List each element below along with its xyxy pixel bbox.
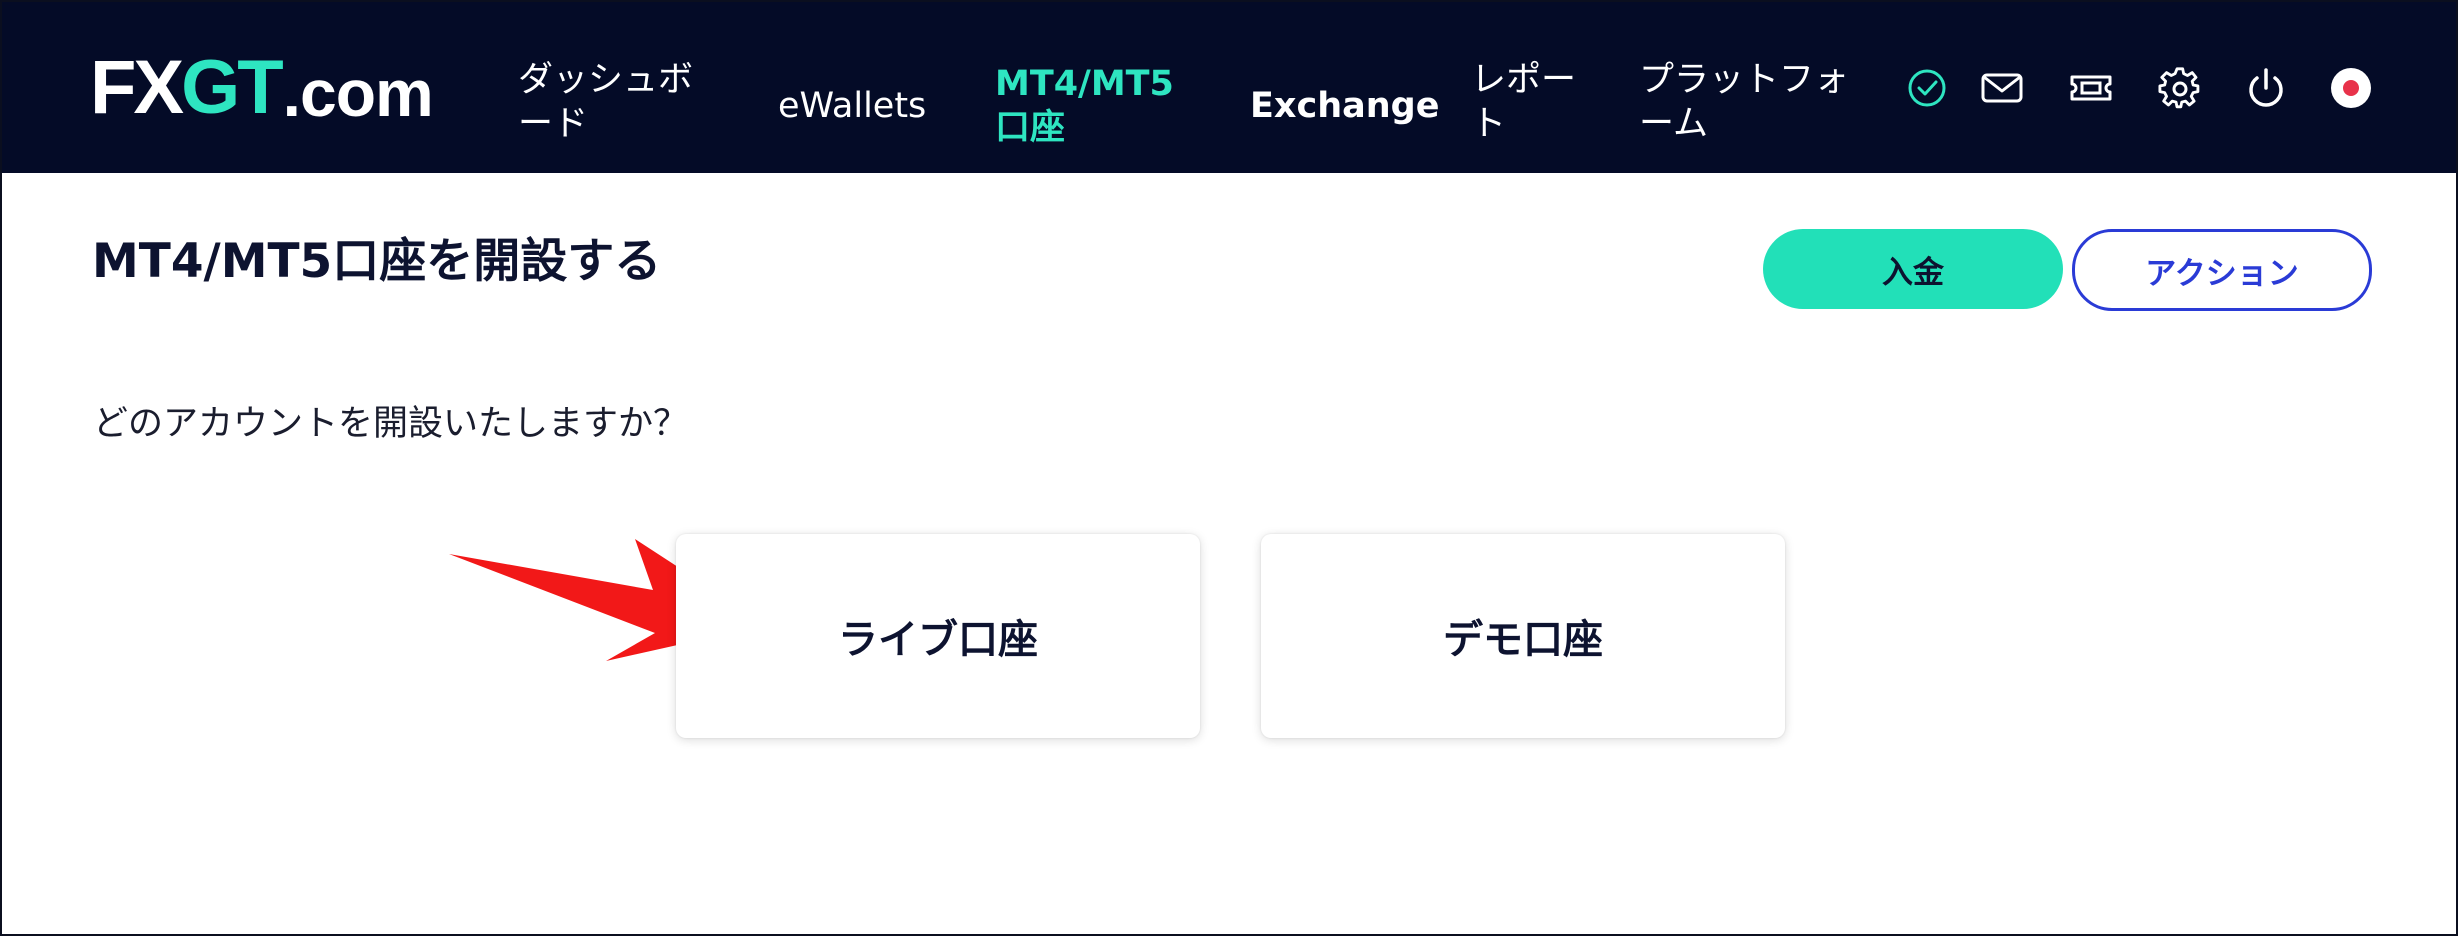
nav-mt-accounts[interactable]: MT4/MT5 口座 xyxy=(995,62,1174,150)
app-window: FX GT .com ダッシュボ ード eWallets MT4/MT5 口座 Ex… xyxy=(0,0,2458,936)
power-icon[interactable] xyxy=(2244,66,2288,110)
mail-icon[interactable] xyxy=(1980,66,2024,110)
mail-svg xyxy=(1981,73,2023,103)
logo-gt: GT xyxy=(181,45,284,130)
nav-report-line1: レポー xyxy=(1471,60,1577,100)
nav-ewallets[interactable]: eWallets xyxy=(778,84,926,128)
ticket-icon[interactable] xyxy=(2069,66,2113,110)
fxgt-logo[interactable]: FX GT .com xyxy=(90,45,434,130)
power-svg xyxy=(2249,68,2283,107)
nav-platform-line1: プラットフォ xyxy=(1639,60,1850,100)
live-account-card[interactable]: ライブ口座 xyxy=(676,534,1200,738)
top-navigation-bar: FX GT .com ダッシュボ ード eWallets MT4/MT5 口座 Ex… xyxy=(2,2,2456,173)
japan-flag-icon[interactable] xyxy=(2329,66,2373,110)
account-type-question: どのアカウントを開設いたしますか？ xyxy=(93,404,689,444)
nav-exchange[interactable]: Exchange xyxy=(1250,84,1439,128)
gear-icon[interactable] xyxy=(2158,66,2202,110)
demo-account-card[interactable]: デモ口座 xyxy=(1261,534,1785,738)
live-account-label: ライブ口座 xyxy=(838,617,1038,663)
logo-fx: FX xyxy=(90,45,184,130)
nav-mt-line2: 口座 xyxy=(995,108,1066,148)
nav-dashboard-line1: ダッシュボ xyxy=(518,60,694,100)
demo-account-label: デモ口座 xyxy=(1443,617,1603,663)
page-title: MT4/MT5口座を開設する xyxy=(92,234,662,289)
nav-mt-line1: MT4/MT5 xyxy=(995,64,1174,104)
action-button[interactable]: アクション xyxy=(2072,229,2372,311)
japan-flag-svg xyxy=(2331,68,2371,108)
nav-report-line2: ト xyxy=(1471,104,1507,144)
nav-platform-line2: ーム xyxy=(1639,104,1708,144)
nav-dashboard-line2: ード xyxy=(518,104,589,144)
nav-dashboard[interactable]: ダッシュボ ード xyxy=(518,58,693,146)
gear-svg xyxy=(2158,67,2200,109)
nav-platform[interactable]: プラットフォ ーム xyxy=(1639,58,1849,146)
verified-check-svg xyxy=(1908,69,1946,107)
verified-check-icon[interactable] xyxy=(1905,66,1949,110)
nav-report[interactable]: レポー ト xyxy=(1471,58,1576,146)
logo-com: .com xyxy=(282,56,434,130)
ticket-svg xyxy=(2070,75,2112,101)
deposit-button[interactable]: 入金 xyxy=(1763,229,2063,309)
